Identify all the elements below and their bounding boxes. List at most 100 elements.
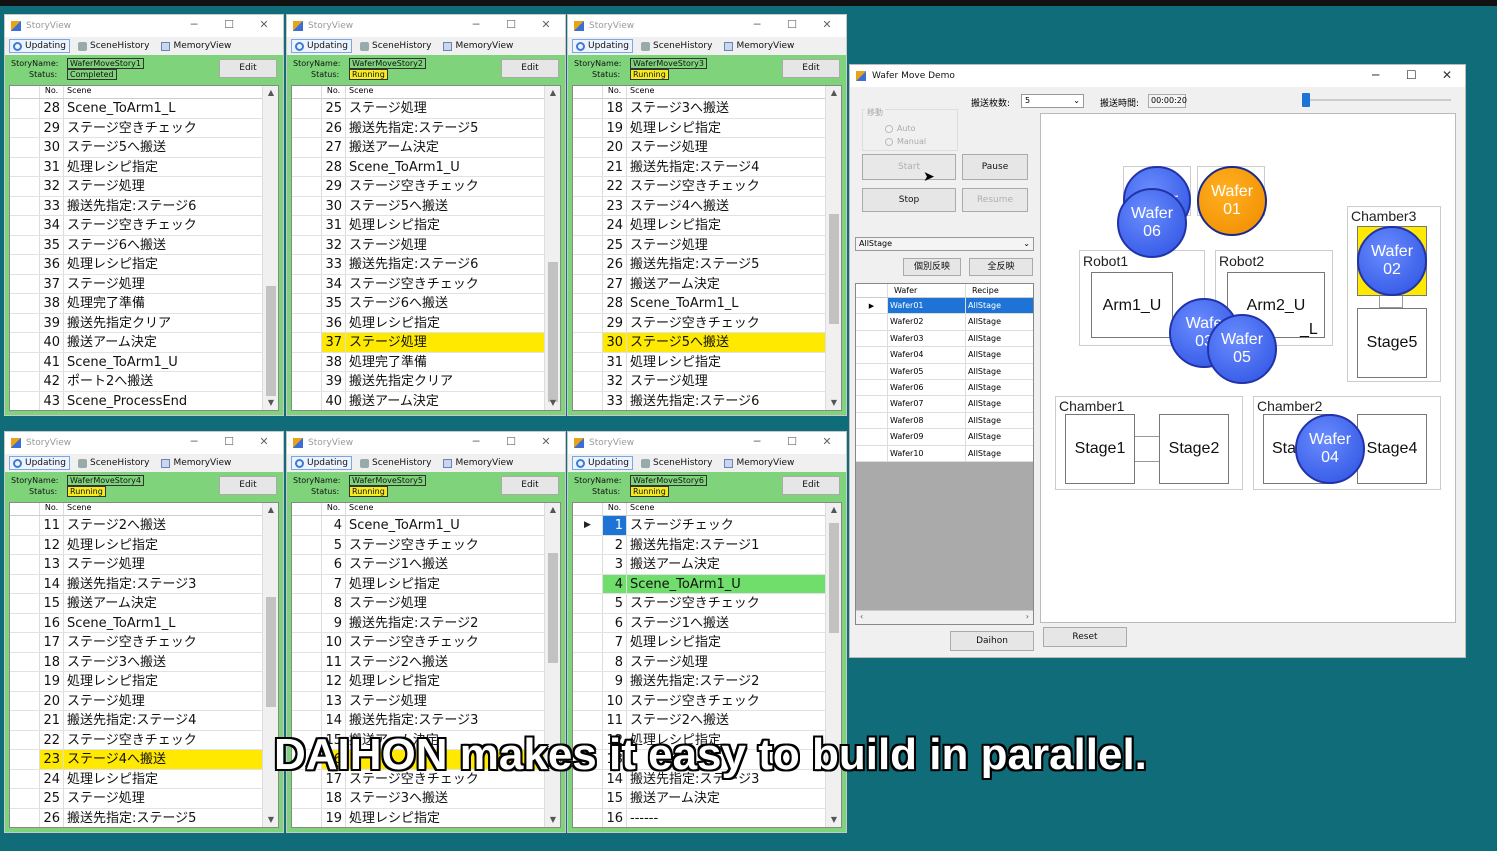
tab-updating[interactable]: Updating — [572, 39, 633, 53]
table-row[interactable]: 5 ステージ空きチェック — [573, 594, 825, 614]
table-row[interactable]: 21 搬送先指定:ステージ4 — [573, 157, 825, 177]
table-row[interactable]: Wafer06 AllStage — [856, 379, 1033, 397]
table-row[interactable]: 23 ステージ4へ搬送 — [10, 750, 262, 770]
table-row[interactable]: 14 搬送先指定:ステージ3 — [10, 574, 262, 594]
table-row[interactable]: 23 ステージ4へ搬送 — [573, 196, 825, 216]
speed-slider-thumb[interactable] — [1302, 93, 1310, 107]
tab-updating[interactable]: Updating — [572, 456, 633, 470]
table-row[interactable]: 12 処理レシピ指定 — [10, 535, 262, 555]
table-row[interactable]: 33 搬送先指定:ステージ6 — [292, 255, 544, 275]
tab-memory-view[interactable]: MemoryView — [720, 39, 798, 53]
wafer-01[interactable]: Wafer 01 — [1197, 166, 1267, 236]
apply-all-button[interactable]: 全反映 — [969, 258, 1033, 276]
table-row[interactable]: 30 ステージ5へ搬送 — [292, 196, 544, 216]
tab-scene-history[interactable]: SceneHistory — [74, 39, 153, 53]
table-row[interactable]: 10 ステージ空きチェック — [573, 691, 825, 711]
table-row[interactable]: 40 搬送アーム決定 — [292, 391, 544, 410]
scroll-up-icon[interactable]: ▲ — [545, 503, 560, 517]
table-row[interactable]: 35 ステージ6へ搬送 — [10, 235, 262, 255]
table-row[interactable]: 42 ポート2へ搬送 — [10, 372, 262, 392]
tab-scene-history[interactable]: SceneHistory — [74, 456, 153, 470]
table-row[interactable]: 20 ステージ処理 — [10, 691, 262, 711]
speed-slider-track[interactable] — [1306, 99, 1451, 101]
table-row[interactable]: ▶ 1 ステージチェック — [573, 516, 825, 536]
tab-memory-view[interactable]: MemoryView — [720, 456, 798, 470]
table-row[interactable]: 31 処理レシピ指定 — [10, 157, 262, 177]
table-row[interactable]: 41 Scene_ToArm1_U — [10, 352, 262, 372]
tab-updating[interactable]: Updating — [291, 456, 352, 470]
individual-apply-button[interactable]: 個別反映 — [903, 258, 961, 276]
table-row[interactable]: Wafer02 AllStage — [856, 314, 1033, 331]
table-row[interactable]: 30 ステージ5へ搬送 — [573, 333, 825, 353]
scroll-up-icon[interactable]: ▲ — [263, 503, 278, 517]
tab-memory-view[interactable]: MemoryView — [439, 39, 517, 53]
table-row[interactable]: 5 ステージ空きチェック — [292, 535, 544, 555]
scroll-thumb[interactable] — [829, 523, 839, 633]
table-row[interactable]: 25 ステージ処理 — [10, 789, 262, 809]
table-row[interactable]: 30 ステージ5へ搬送 — [10, 138, 262, 158]
table-row[interactable]: 4 Scene_ToArm1_U — [292, 516, 544, 536]
table-row[interactable]: 34 ステージ空きチェック — [292, 274, 544, 294]
tab-memory-view[interactable]: MemoryView — [157, 456, 235, 470]
scroll-thumb[interactable] — [266, 597, 276, 707]
table-row[interactable]: 12 処理レシピ指定 — [292, 672, 544, 692]
tab-memory-view[interactable]: MemoryView — [439, 456, 517, 470]
scroll-thumb[interactable] — [829, 214, 839, 324]
table-row[interactable]: 36 処理レシピ指定 — [292, 313, 544, 333]
table-row[interactable]: 27 搬送アーム決定 — [292, 138, 544, 158]
table-row[interactable]: 14 搬送先指定:ステージ3 — [292, 711, 544, 731]
table-row[interactable]: 26 搬送先指定:ステージ5 — [292, 118, 544, 138]
tab-scene-history[interactable]: SceneHistory — [637, 39, 716, 53]
table-row[interactable]: 25 ステージ処理 — [573, 235, 825, 255]
close-icon[interactable]: ✕ — [820, 18, 834, 31]
table-row[interactable]: 19 処理レシピ指定 — [292, 808, 544, 827]
table-row[interactable]: 36 処理レシピ指定 — [10, 255, 262, 275]
table-row[interactable]: 28 Scene_ToArm1_U — [292, 157, 544, 177]
stop-button[interactable]: Stop — [862, 188, 956, 212]
table-row[interactable]: 27 搬送アーム決定 — [573, 274, 825, 294]
maximize-icon[interactable]: ☐ — [504, 435, 518, 448]
wafer-05[interactable]: Wafer 05 — [1207, 314, 1277, 384]
table-row[interactable]: 16 Scene_ToArm1_L — [10, 613, 262, 633]
maximize-icon[interactable]: ☐ — [504, 18, 518, 31]
edit-button[interactable]: Edit — [782, 59, 840, 78]
vertical-scrollbar[interactable]: ▲ ▼ — [825, 86, 841, 410]
table-row[interactable]: 19 処理レシピ指定 — [573, 118, 825, 138]
table-row[interactable]: 3 搬送アーム決定 — [573, 555, 825, 575]
table-row[interactable]: 32 ステージ処理 — [573, 372, 825, 392]
scroll-down-icon[interactable]: ▼ — [545, 396, 560, 410]
table-row[interactable]: 18 ステージ3へ搬送 — [573, 99, 825, 119]
table-row[interactable]: 33 搬送先指定:ステージ6 — [10, 196, 262, 216]
scroll-down-icon[interactable]: ▼ — [263, 396, 278, 410]
table-row[interactable]: 24 処理レシピ指定 — [10, 769, 262, 789]
table-row[interactable]: 29 ステージ空きチェック — [292, 177, 544, 197]
scroll-down-icon[interactable]: ▼ — [263, 813, 278, 827]
close-icon[interactable]: ✕ — [820, 435, 834, 448]
table-row[interactable]: 13 ステージ処理 — [10, 555, 262, 575]
vertical-scrollbar[interactable]: ▲ ▼ — [544, 86, 560, 410]
tab-updating[interactable]: Updating — [291, 39, 352, 53]
minimize-icon[interactable]: ─ — [1372, 68, 1379, 82]
table-row[interactable]: 35 ステージ6へ搬送 — [292, 294, 544, 314]
table-row[interactable]: 43 Scene_ProcessEnd — [10, 391, 262, 410]
close-icon[interactable]: ✕ — [257, 435, 271, 448]
wafer-04[interactable]: Wafer 04 — [1295, 414, 1365, 484]
scroll-right-icon[interactable]: › — [1026, 612, 1029, 621]
table-row[interactable]: 34 ステージ空きチェック — [10, 216, 262, 236]
tab-updating[interactable]: Updating — [9, 456, 70, 470]
table-row[interactable]: Wafer03 AllStage — [856, 330, 1033, 348]
table-row[interactable]: 9 搬送先指定:ステージ2 — [573, 672, 825, 692]
table-row[interactable]: 26 搬送先指定:ステージ5 — [10, 808, 262, 827]
table-row[interactable]: 11 ステージ2へ搬送 — [573, 711, 825, 731]
table-row[interactable]: 22 ステージ空きチェック — [573, 177, 825, 197]
tab-scene-history[interactable]: SceneHistory — [637, 456, 716, 470]
resume-button[interactable]: Resume — [962, 188, 1028, 212]
minimize-icon[interactable]: ─ — [469, 18, 483, 31]
table-row[interactable]: 13 ステージ処理 — [292, 691, 544, 711]
minimize-icon[interactable]: ─ — [469, 435, 483, 448]
wafer-06[interactable]: Wafer 06 — [1117, 188, 1187, 258]
edit-button[interactable]: Edit — [782, 476, 840, 495]
table-row[interactable]: Wafer08 AllStage — [856, 412, 1033, 430]
table-row[interactable]: 2 搬送先指定:ステージ1 — [573, 535, 825, 555]
table-row[interactable]: 8 ステージ処理 — [292, 594, 544, 614]
